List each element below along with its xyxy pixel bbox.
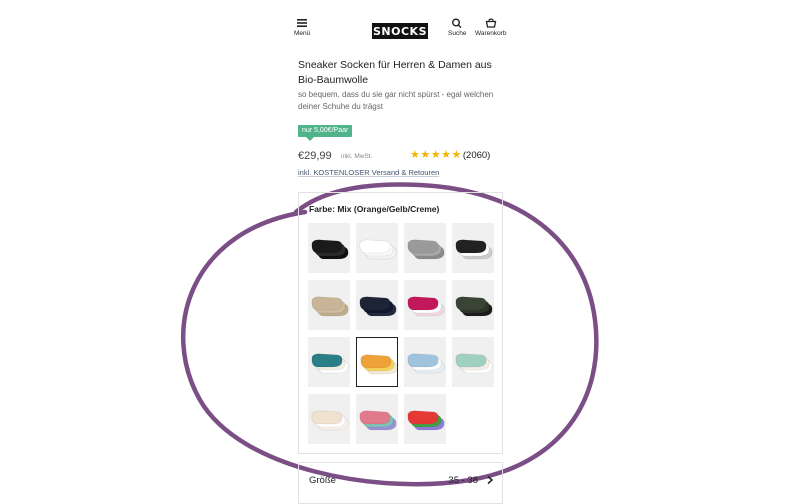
- product-subtitle: so bequem, dass du sie gar nicht spürst …: [298, 90, 494, 111]
- sock-image: [359, 239, 397, 260]
- brand-logo[interactable]: SNOCKS: [372, 23, 428, 39]
- product-price: €29,99: [298, 150, 332, 162]
- product-page: Menü SNOCKS Suche Warenkorb Sneaker Sock…: [290, 0, 510, 504]
- rating-stars[interactable]: ★ ★ ★ ★ ★ (2060): [410, 149, 491, 162]
- color-swatch-mix-creme-weiss[interactable]: [308, 394, 350, 444]
- star-icon: ★: [451, 149, 462, 161]
- menu-label: Menü: [294, 30, 311, 37]
- color-swatch-mix-blau-weiss[interactable]: [404, 337, 446, 387]
- sock-image: [455, 239, 493, 260]
- color-swatch-mix-schwarz-weiss-grau[interactable]: [452, 223, 494, 273]
- color-swatch-beige[interactable]: [308, 280, 350, 330]
- hamburger-icon: [297, 19, 308, 27]
- sock-image: [407, 410, 445, 431]
- sock-image: [407, 239, 445, 260]
- search-button[interactable]: Suche: [448, 18, 466, 37]
- star-icon: ★: [430, 149, 441, 161]
- color-swatch-grau[interactable]: [404, 223, 446, 273]
- product-title: Sneaker Socken für Herren & Damen aus Bi…: [298, 59, 492, 86]
- color-swatch-mix-pastell[interactable]: [356, 394, 398, 444]
- search-label: Suche: [448, 30, 467, 37]
- cart-label: Warenkorb: [475, 30, 507, 37]
- sock-image: [311, 353, 349, 374]
- color-swatch-mix-tuerkis-creme[interactable]: [308, 337, 350, 387]
- sock-image: [455, 296, 493, 317]
- color-swatch-mix-mint-creme[interactable]: [452, 337, 494, 387]
- color-swatch-weiss[interactable]: [356, 223, 398, 273]
- color-swatch-schwarz[interactable]: [308, 223, 350, 273]
- color-swatch-mix-regenbogen[interactable]: [404, 394, 446, 444]
- vat-note: inkl. MwSt.: [341, 153, 373, 160]
- star-icon: ★: [420, 149, 431, 161]
- color-swatch-mix-pink-weiss[interactable]: [404, 280, 446, 330]
- sock-image: [359, 410, 397, 431]
- color-swatch-navy[interactable]: [356, 280, 398, 330]
- color-selector: Farbe: Mix (Orange/Gelb/Creme): [298, 192, 503, 454]
- sock-image: [359, 296, 397, 317]
- review-count: (2060): [462, 150, 491, 161]
- menu-button[interactable]: Menü: [294, 18, 310, 37]
- star-icon: ★: [441, 149, 451, 161]
- shipping-link[interactable]: inkl. KOSTENLOSER Versand & Retouren: [298, 168, 439, 177]
- sock-image: [455, 353, 493, 374]
- color-swatch-mix-orange-gelb-creme[interactable]: [356, 337, 398, 387]
- sock-image: [407, 353, 445, 374]
- star-icon: ★: [410, 149, 420, 161]
- size-selector[interactable]: Größe 35 - 38: [298, 462, 503, 504]
- sock-image: [360, 354, 398, 375]
- site-header: Menü SNOCKS Suche Warenkorb: [290, 18, 510, 52]
- sock-image: [407, 296, 445, 317]
- size-label: Größe: [309, 475, 336, 486]
- size-value: 35 - 38: [448, 475, 478, 486]
- search-icon: [452, 18, 462, 28]
- chevron-right-icon: [487, 475, 494, 485]
- sock-image: [311, 296, 349, 317]
- color-swatch-dunkelgruen[interactable]: [452, 280, 494, 330]
- cart-button[interactable]: Warenkorb: [475, 18, 507, 37]
- sock-image: [311, 410, 349, 431]
- color-label: Farbe: Mix (Orange/Gelb/Creme): [309, 204, 440, 214]
- price-per-pair-badge: nur 5,00€/Paar: [298, 125, 353, 141]
- sock-image: [311, 239, 349, 260]
- basket-icon: [485, 18, 497, 28]
